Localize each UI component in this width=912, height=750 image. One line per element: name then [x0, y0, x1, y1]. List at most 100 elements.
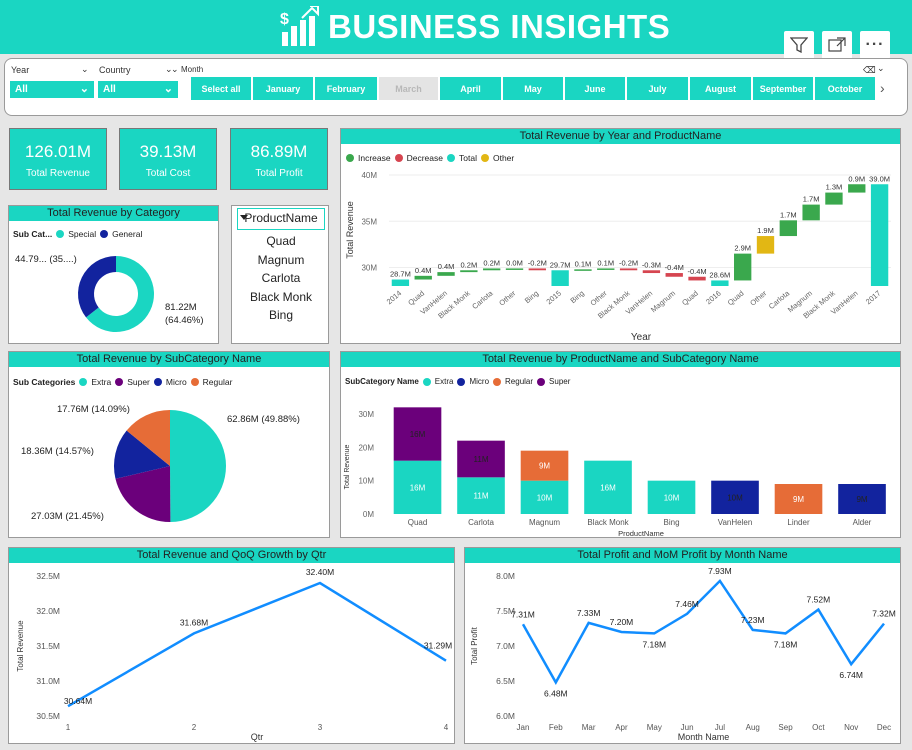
data-label: 10M: [537, 493, 553, 502]
eraser-icon[interactable]: ⌫: [863, 65, 876, 76]
waterfall-bar: [505, 268, 524, 270]
subcategory-pie-panel: Total Revenue by SubCategory Name Sub Ca…: [8, 351, 330, 538]
month-line-chart: 6.0M6.5M7.0M7.5M8.0MTotal ProfitMonth Na…: [470, 566, 896, 742]
pie-slice: [170, 410, 226, 522]
x-tick-label: Oct: [812, 723, 825, 732]
y-axis-label: Total Profit: [470, 626, 479, 665]
data-label: 1.9M: [757, 226, 774, 235]
svg-text:$: $: [280, 11, 289, 28]
qtr-line-panel: Total Revenue and QoQ Growth by Qtr 30.5…: [8, 547, 455, 744]
kpi-value: 39.13M: [139, 142, 197, 161]
y-tick-label: 40M: [361, 171, 377, 180]
focus-mode-icon[interactable]: [822, 31, 852, 59]
month-button-september[interactable]: September: [753, 77, 813, 100]
x-tick-label: Dec: [877, 723, 891, 732]
product-item-carlota[interactable]: Carlota: [232, 271, 330, 290]
data-label: 10M: [727, 493, 743, 502]
month-button-january[interactable]: January: [253, 77, 313, 100]
month-select-all-button[interactable]: Select all: [191, 77, 251, 100]
chevron-down-icon[interactable]: ⌄: [877, 63, 885, 74]
month-button-june[interactable]: June: [565, 77, 625, 100]
y-tick-label: 6.0M: [496, 711, 515, 721]
x-tick-label: Magnum: [649, 289, 677, 315]
data-label: -0.2M: [528, 258, 547, 267]
x-tick-label: 2017: [864, 289, 883, 307]
data-label: 16M: [410, 483, 426, 492]
chevron-down-icon[interactable]: ⌄: [81, 64, 89, 75]
donut-chart: 81.22M (64.46%) 44.79... (35....): [15, 254, 204, 333]
y-tick-label: 6.5M: [496, 676, 515, 686]
x-tick-label: Magnum: [529, 518, 560, 527]
pie-chart: 62.86M (49.88%) 27.03M (21.45%) 18.36M (14…: [21, 404, 300, 522]
waterfall-bar: [825, 192, 843, 205]
data-label: 7.52M: [807, 595, 831, 605]
filter-icon[interactable]: [784, 31, 814, 59]
data-label: 1.7M: [803, 195, 820, 204]
data-label: 7.20M: [610, 617, 634, 627]
year-dropdown[interactable]: All ⌄: [10, 81, 94, 98]
chevron-down-icon[interactable]: ⌄: [171, 64, 179, 75]
waterfall-bar: [574, 269, 592, 271]
month-button-may[interactable]: May: [503, 77, 563, 100]
data-label: 0.2M: [461, 260, 478, 269]
donut-slice: [78, 256, 116, 318]
data-label: 0.0M: [506, 258, 523, 267]
waterfall-bar: [665, 273, 683, 277]
x-axis-label: Qtr: [251, 732, 264, 742]
x-axis-label: Year: [631, 332, 652, 343]
data-label: 0.1M: [597, 258, 614, 267]
x-tick-label: VanHelen: [718, 518, 753, 527]
y-axis-label: Total Revenue: [345, 201, 355, 259]
x-tick-label: Bing: [664, 518, 680, 527]
stacked-bar-panel: Total Revenue by ProductName and SubCate…: [340, 351, 901, 538]
x-tick-label: Other: [497, 288, 518, 307]
x-tick-label: Apr: [615, 723, 628, 732]
data-label: 31.68M: [180, 617, 208, 627]
month-button-october[interactable]: October: [815, 77, 875, 100]
y-tick-label: 32.5M: [36, 571, 60, 581]
more-options-icon[interactable]: ···: [860, 31, 890, 59]
product-item-quad[interactable]: Quad: [232, 234, 330, 253]
data-label: 81.22M: [165, 302, 197, 313]
year-dropdown-value: All: [15, 84, 28, 95]
data-label: 7.32M: [872, 609, 896, 619]
product-item-black-monk[interactable]: Black Monk: [232, 290, 330, 309]
product-item-bing[interactable]: Bing: [232, 308, 330, 327]
y-tick-label: 30M: [358, 410, 374, 419]
data-label: -0.2M: [619, 258, 638, 267]
growth-chart-icon: $: [280, 6, 319, 46]
data-label: -0.4M: [687, 267, 706, 276]
data-label: 28.6M: [709, 270, 730, 279]
x-tick-label: Carlota: [468, 518, 494, 527]
chevron-right-icon[interactable]: ›: [880, 80, 885, 96]
filter-bar: Year ⌄ All ⌄ Country ⌄ All ⌄ ⌄ Month ⌫ ⌄ S…: [4, 58, 908, 116]
product-slicer-header[interactable]: ProductName: [237, 208, 325, 230]
data-label: 7.31M: [511, 609, 535, 619]
data-label: 29.7M: [550, 260, 571, 269]
month-button-april[interactable]: April: [440, 77, 501, 100]
x-axis-label: ProductName: [618, 529, 664, 538]
month-button-august[interactable]: August: [690, 77, 751, 100]
waterfall-bar: [734, 253, 752, 281]
waterfall-bar: [414, 275, 432, 280]
country-dropdown[interactable]: All ⌄: [98, 81, 178, 98]
data-label: 9M: [856, 495, 867, 504]
data-label: 7.33M: [577, 608, 601, 618]
month-line-panel: Total Profit and MoM Profit by Month Nam…: [464, 547, 901, 744]
data-label: 0.1M: [575, 259, 592, 268]
waterfall-bar: [597, 268, 615, 270]
y-tick-label: 32.0M: [36, 606, 60, 616]
product-item-magnum[interactable]: Magnum: [232, 253, 330, 272]
waterfall-bar: [483, 268, 501, 271]
country-slicer-label: Country: [99, 65, 131, 75]
y-tick-label: 8.0M: [496, 571, 515, 581]
y-tick-label: 30M: [361, 264, 377, 273]
data-label: 0.4M: [415, 266, 432, 275]
data-label: 7.46M: [675, 599, 699, 609]
month-button-july[interactable]: July: [627, 77, 688, 100]
month-button-march[interactable]: March: [379, 77, 438, 100]
x-tick-label: Linder: [787, 518, 810, 527]
x-tick-label: 2014: [385, 289, 404, 307]
y-tick-label: 10M: [358, 477, 374, 486]
month-button-february[interactable]: February: [315, 77, 377, 100]
